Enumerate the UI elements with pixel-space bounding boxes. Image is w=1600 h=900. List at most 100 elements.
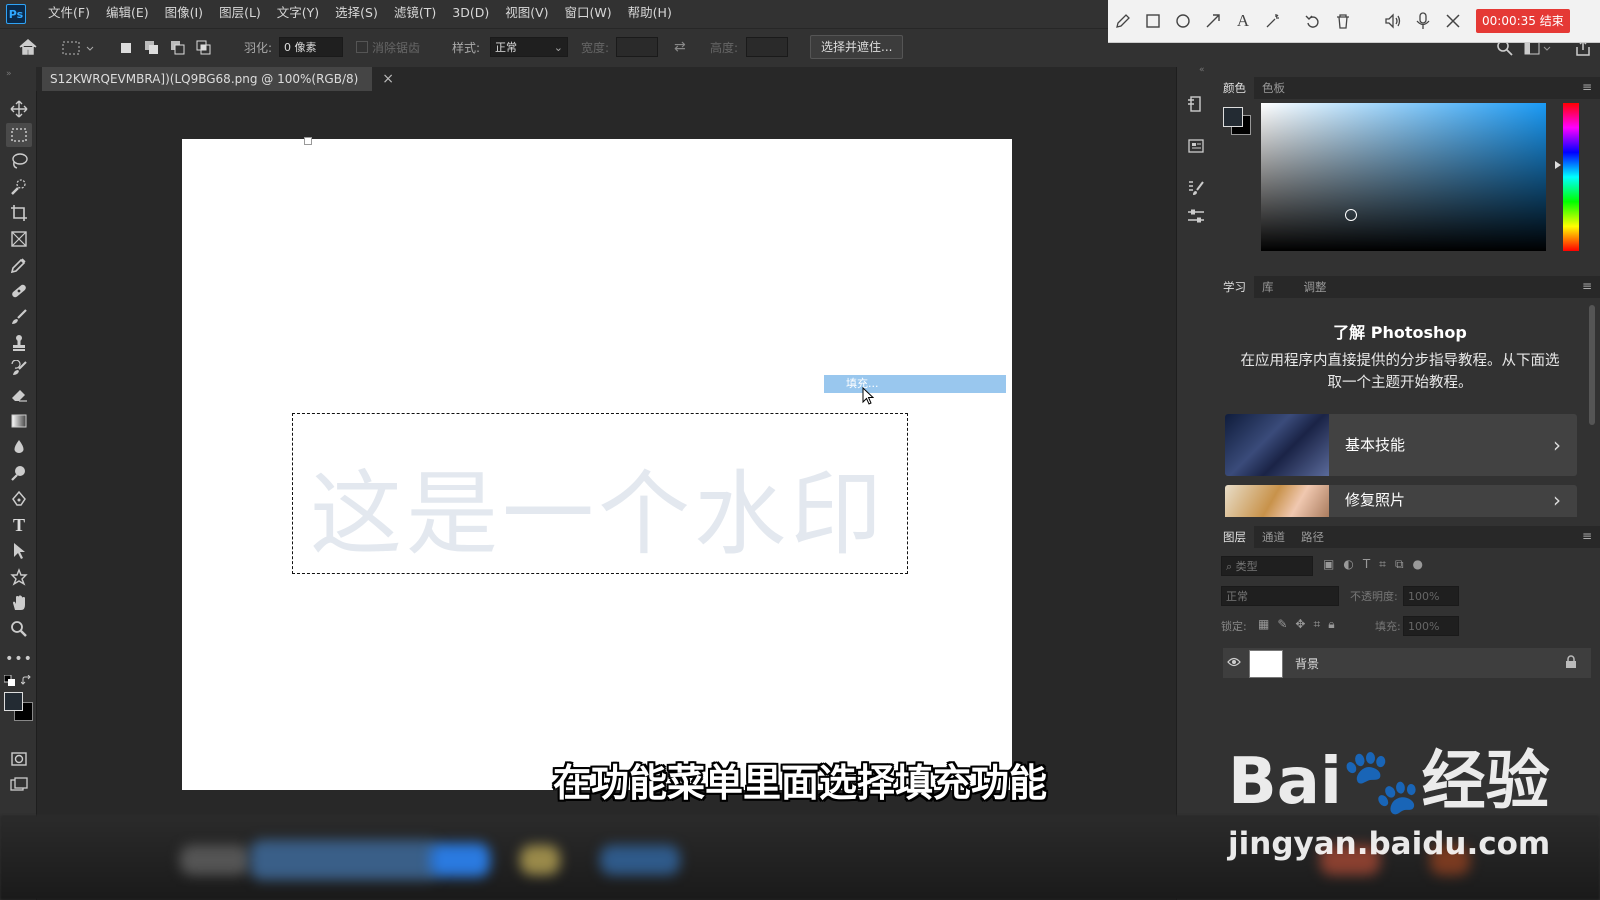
layer-filter-select[interactable]: ⌕ 类型 <box>1221 556 1313 576</box>
tab-channels[interactable]: 通道 <box>1254 526 1293 548</box>
panel-menu-icon[interactable]: ≡ <box>1582 80 1592 94</box>
subtract-selection-icon[interactable] <box>170 40 186 59</box>
type-tool-icon[interactable]: T <box>6 513 32 537</box>
menu-select[interactable]: 选择(S) <box>327 0 386 28</box>
foreground-color-swatch[interactable] <box>4 692 23 711</box>
hue-slider[interactable] <box>1563 103 1579 251</box>
collapse-arrows-icon[interactable]: » <box>6 69 12 79</box>
panel-menu-icon[interactable]: ≡ <box>1582 279 1592 293</box>
undo-icon[interactable] <box>1298 6 1328 36</box>
tab-swatches[interactable]: 色板 <box>1254 77 1293 99</box>
adjustment-filter-icon[interactable]: ◐ <box>1343 557 1353 572</box>
arrow-icon[interactable] <box>1198 6 1228 36</box>
tab-layers[interactable]: 图层 <box>1215 526 1254 548</box>
width-input[interactable] <box>616 37 658 57</box>
pen-tool-icon[interactable] <box>6 487 32 511</box>
blend-mode-select[interactable]: 正常 <box>1221 586 1339 606</box>
history-panel-icon[interactable] <box>1185 93 1207 115</box>
custom-shape-tool-icon[interactable] <box>6 565 32 589</box>
layer-row[interactable]: 背景 <box>1223 648 1591 678</box>
type-filter-icon[interactable]: T <box>1363 557 1370 572</box>
smart-object-filter-icon[interactable]: ⧉ <box>1395 557 1404 572</box>
eraser-tool-icon[interactable] <box>6 383 32 407</box>
lock-artboard-icon[interactable]: ⌗ <box>1313 617 1320 632</box>
crop-tool-icon[interactable] <box>6 201 32 225</box>
dodge-tool-icon[interactable] <box>6 461 32 485</box>
menu-layer[interactable]: 图层(L) <box>211 0 269 28</box>
close-icon[interactable] <box>1438 6 1468 36</box>
lock-pixels-icon[interactable]: ✎ <box>1277 617 1287 632</box>
blur-tool-icon[interactable] <box>6 435 32 459</box>
tab-library[interactable]: 库 <box>1254 276 1282 298</box>
menu-type[interactable]: 文字(Y) <box>269 0 327 28</box>
feather-input[interactable]: 0 像素 <box>279 37 343 57</box>
tab-adjustments[interactable]: 调整 <box>1296 276 1335 298</box>
pixel-filter-icon[interactable]: ▣ <box>1323 557 1334 572</box>
swap-colors-icon[interactable] <box>20 674 33 690</box>
menu-window[interactable]: 窗口(W) <box>557 0 620 28</box>
eyedropper-tool-icon[interactable] <box>6 253 32 277</box>
tab-color[interactable]: 颜色 <box>1215 77 1254 99</box>
speaker-icon[interactable] <box>1378 6 1408 36</box>
circle-icon[interactable] <box>1168 6 1198 36</box>
style-select[interactable]: 正常 ⌄ <box>490 37 568 57</box>
shape-filter-icon[interactable]: ⌗ <box>1379 557 1386 572</box>
document-tab[interactable]: S12KWRQEVMBRA])(LQ9BG68.png @ 100%(RGB/8… <box>42 67 394 91</box>
marquee-selection[interactable] <box>292 413 908 574</box>
quick-selection-tool-icon[interactable] <box>6 175 32 199</box>
menu-3d[interactable]: 3D(D) <box>444 0 497 28</box>
tab-paths[interactable]: 路径 <box>1293 526 1332 548</box>
path-selection-tool-icon[interactable] <box>6 539 32 563</box>
menu-view[interactable]: 视图(V) <box>497 0 556 28</box>
color-picker-field[interactable] <box>1261 103 1546 251</box>
magic-wand-icon[interactable] <box>1258 6 1288 36</box>
menu-image[interactable]: 图像(I) <box>157 0 211 28</box>
hue-slider-marker[interactable] <box>1555 161 1561 169</box>
rectangular-marquee-tool-icon[interactable] <box>6 123 32 147</box>
add-selection-icon[interactable] <box>144 40 160 59</box>
text-icon[interactable]: A <box>1228 6 1258 36</box>
healing-brush-tool-icon[interactable] <box>6 279 32 303</box>
lock-transparent-icon[interactable]: ▦ <box>1258 617 1269 632</box>
lasso-tool-icon[interactable] <box>6 149 32 173</box>
tab-close-icon[interactable]: × <box>382 67 394 91</box>
intersect-selection-icon[interactable] <box>196 40 212 59</box>
menu-file[interactable]: 文件(F) <box>40 0 98 28</box>
more-tools-icon[interactable]: ••• <box>5 647 32 671</box>
properties-panel-icon[interactable] <box>1185 135 1207 157</box>
record-timer-button[interactable]: 00:00:35 结束 <box>1476 9 1570 33</box>
tab-learn[interactable]: 学习 <box>1215 276 1254 298</box>
zoom-tool-icon[interactable] <box>6 617 32 641</box>
height-input[interactable] <box>746 37 788 57</box>
hand-tool-icon[interactable] <box>6 591 32 615</box>
clone-stamp-tool-icon[interactable] <box>6 331 32 355</box>
panel-foreground-swatch[interactable] <box>1223 107 1243 127</box>
color-picker-cursor[interactable] <box>1345 209 1357 221</box>
new-selection-icon[interactable] <box>118 40 134 59</box>
menu-help[interactable]: 帮助(H) <box>620 0 680 28</box>
eye-icon[interactable] <box>1227 656 1241 671</box>
context-menu-fill-item[interactable]: 填充... <box>824 375 1006 393</box>
gradient-tool-icon[interactable] <box>6 409 32 433</box>
brush-tool-icon[interactable] <box>6 305 32 329</box>
brush-settings-icon[interactable] <box>1185 177 1207 199</box>
default-colors-icon[interactable] <box>3 674 16 690</box>
pencil-icon[interactable] <box>1108 6 1138 36</box>
learn-scrollbar[interactable] <box>1589 305 1595 425</box>
trash-icon[interactable] <box>1328 6 1358 36</box>
collapse-arrows-icon[interactable]: « <box>1199 65 1205 75</box>
opacity-input[interactable]: 100% <box>1403 586 1459 606</box>
lock-all-icon[interactable]: 🔒︎ <box>1328 617 1334 632</box>
learn-card-fix-photos[interactable]: 修复照片 › <box>1225 485 1577 517</box>
rectangle-icon[interactable] <box>1138 6 1168 36</box>
antialias-checkbox[interactable] <box>356 41 368 53</box>
adjustments-icon[interactable] <box>1185 205 1207 227</box>
filter-toggle-icon[interactable]: ● <box>1413 557 1423 572</box>
select-and-mask-button[interactable]: 选择并遮住... <box>810 35 904 59</box>
lock-position-icon[interactable]: ✥ <box>1295 617 1305 632</box>
fill-input[interactable]: 100% <box>1403 616 1459 636</box>
history-brush-tool-icon[interactable] <box>6 357 32 381</box>
home-icon[interactable] <box>18 38 38 59</box>
learn-card-basic-skills[interactable]: 基本技能 › <box>1225 414 1577 476</box>
frame-tool-icon[interactable] <box>6 227 32 251</box>
